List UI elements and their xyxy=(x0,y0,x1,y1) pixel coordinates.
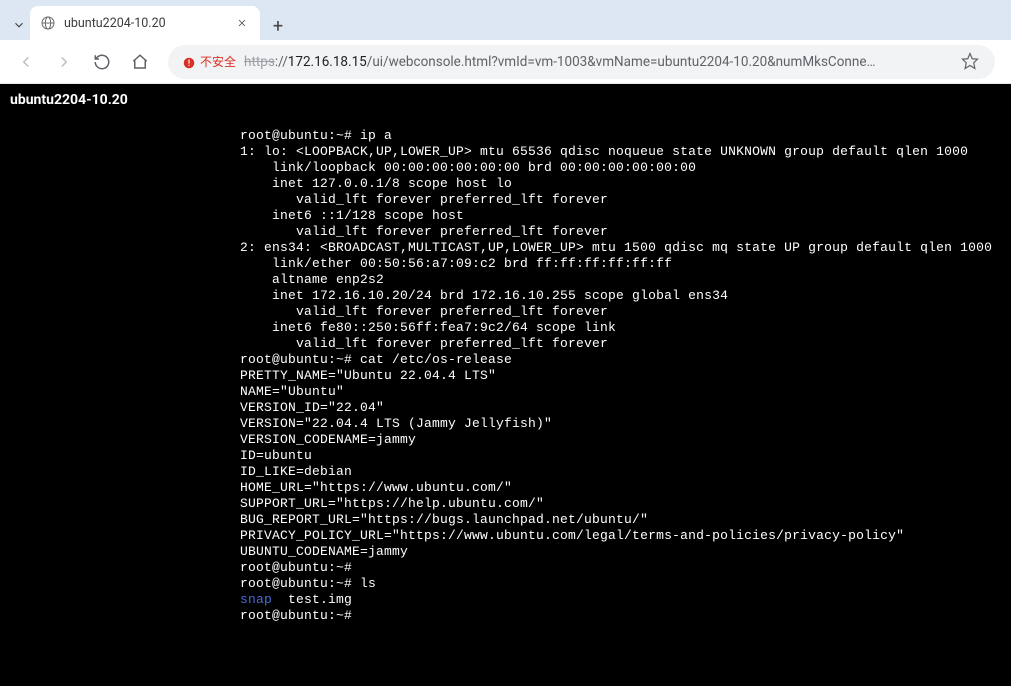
back-button[interactable] xyxy=(10,46,42,78)
globe-icon xyxy=(40,15,56,31)
browser-toolbar: 不安全 https://172.16.18.15/ui/webconsole.h… xyxy=(0,40,1011,84)
tab-search-dropdown[interactable] xyxy=(8,10,30,40)
home-button[interactable] xyxy=(124,46,156,78)
close-icon[interactable] xyxy=(234,15,250,31)
browser-tab[interactable]: ubuntu2204-10.20 xyxy=(30,6,260,40)
tab-title: ubuntu2204-10.20 xyxy=(64,16,226,31)
forward-button[interactable] xyxy=(48,46,80,78)
console-vm-name: ubuntu2204-10.20 xyxy=(0,84,1011,116)
reload-button[interactable] xyxy=(86,46,118,78)
address-bar[interactable]: 不安全 https://172.16.18.15/ui/webconsole.h… xyxy=(168,45,995,79)
security-chip[interactable]: 不安全 xyxy=(182,53,236,70)
url-text: https://172.16.18.15/ui/webconsole.html?… xyxy=(244,54,953,70)
bookmark-star-icon[interactable] xyxy=(961,52,981,72)
new-tab-button[interactable]: + xyxy=(264,12,292,40)
security-label: 不安全 xyxy=(200,53,236,70)
web-console: ubuntu2204-10.20 root@ubuntu:~# ip a 1: … xyxy=(0,84,1011,686)
browser-tab-strip: ubuntu2204-10.20 + xyxy=(0,0,1011,40)
terminal-output[interactable]: root@ubuntu:~# ip a 1: lo: <LOOPBACK,UP,… xyxy=(0,116,1011,624)
warning-icon xyxy=(182,55,196,69)
